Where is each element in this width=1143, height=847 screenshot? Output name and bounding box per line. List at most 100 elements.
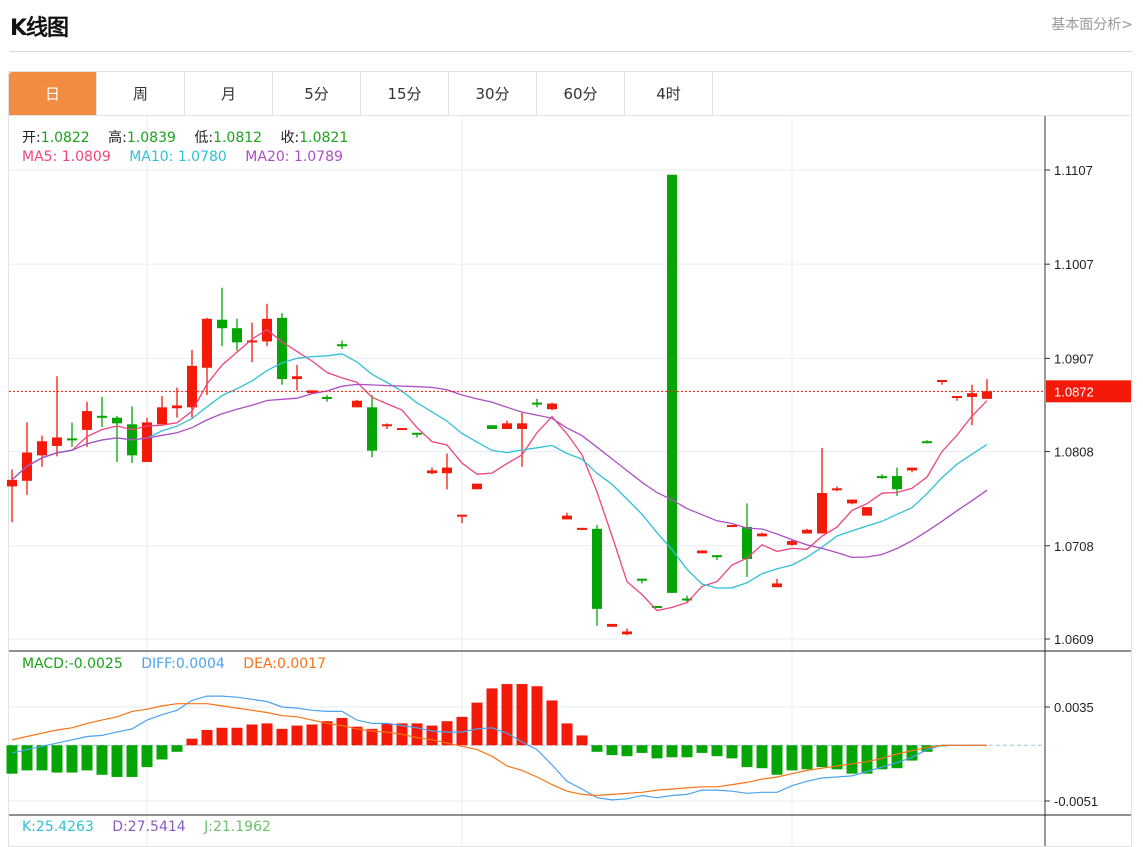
diff-label: DIFF: <box>141 656 176 672</box>
diff-value: 0.0004 <box>175 656 225 672</box>
macd-bar-negative <box>621 745 633 757</box>
macd-bar-positive <box>426 725 438 746</box>
macd-bar-positive <box>471 702 483 746</box>
macd-bar-positive <box>186 738 198 746</box>
low-value: 1.0812 <box>213 130 263 146</box>
candle-up <box>577 527 587 530</box>
k-label: K: <box>22 819 36 835</box>
candle-down <box>367 407 377 451</box>
candle-up <box>547 403 557 410</box>
y-tick-label: 1.0708 <box>1054 539 1094 554</box>
ma5-label: MA5: <box>22 149 58 165</box>
candle-up <box>787 541 797 545</box>
d-label: D: <box>112 819 128 835</box>
candle-up <box>982 391 992 399</box>
candle-down <box>877 476 887 479</box>
candle-up <box>172 405 182 409</box>
candle-down <box>97 415 107 418</box>
macd-bar-positive <box>561 723 573 746</box>
candle-down <box>112 417 122 424</box>
macd-bar-positive <box>201 729 213 746</box>
candle-up <box>502 423 512 429</box>
candle-down <box>592 528 602 609</box>
candle-up <box>7 479 17 487</box>
k-value: 25.4263 <box>35 819 94 835</box>
candle-down <box>892 476 902 490</box>
candle-up <box>52 437 62 446</box>
candle-down <box>712 555 722 558</box>
y-tick-label: 1.1007 <box>1054 257 1094 272</box>
candle-up <box>442 467 452 474</box>
candle-down <box>412 432 422 435</box>
candle-up <box>757 533 767 537</box>
ma10-value: 1.0780 <box>177 149 227 165</box>
ma10-line <box>11 353 988 589</box>
ma10-label: MA10: <box>129 149 174 165</box>
macd-bar-negative <box>81 745 93 771</box>
candle-up <box>862 507 872 516</box>
candle-down <box>637 578 647 581</box>
macd-bar-negative <box>66 745 78 773</box>
candle-up <box>562 515 572 520</box>
candle-down <box>67 438 77 441</box>
candle-up <box>427 470 437 474</box>
macd-bar-negative <box>861 745 873 774</box>
y-tick-label: 1.0907 <box>1054 351 1094 366</box>
candle-up <box>697 550 707 554</box>
candle-up <box>292 376 302 380</box>
d-value: 27.5414 <box>127 819 186 835</box>
macd-bar-positive <box>306 724 318 746</box>
macd-y-tick-label: -0.0051 <box>1054 794 1098 809</box>
candle-down <box>742 526 752 559</box>
j-label: J: <box>204 819 213 835</box>
macd-bar-negative <box>651 745 663 759</box>
low-label: 低: <box>194 130 214 146</box>
high-label: 高: <box>108 130 127 146</box>
macd-bar-negative <box>891 745 903 769</box>
macd-bar-negative <box>636 745 648 753</box>
macd-bar-negative <box>591 745 603 752</box>
candle-down <box>532 402 542 405</box>
candle-up <box>937 380 947 383</box>
macd-bar-positive <box>546 700 558 746</box>
macd-bar-negative <box>771 745 783 775</box>
macd-bar-negative <box>51 745 63 773</box>
macd-bar-positive <box>381 723 393 746</box>
candle-up <box>187 365 197 408</box>
macd-bar-negative <box>786 745 798 771</box>
candle-up <box>622 631 632 635</box>
macd-bar-positive <box>576 735 588 746</box>
candle-up <box>472 483 482 490</box>
macd-bar-negative <box>711 745 723 757</box>
macd-value: -0.0025 <box>68 656 123 672</box>
macd-bar-negative <box>141 745 153 768</box>
macd-bar-negative <box>126 745 138 777</box>
candle-up <box>802 529 812 534</box>
candle-up <box>607 623 617 627</box>
y-tick-label: 1.0609 <box>1054 632 1094 647</box>
candle-down <box>232 328 242 343</box>
candle-up <box>202 318 212 368</box>
close-label: 收: <box>280 130 300 146</box>
macd-bar-negative <box>606 745 618 756</box>
macd-bar-positive <box>246 724 258 746</box>
candle-up <box>37 441 47 456</box>
ma-legend: MA5: 1.0809 MA10: 1.0780 MA20: 1.0789 <box>22 149 343 165</box>
macd-bar-negative <box>756 745 768 769</box>
macd-bar-negative <box>111 745 123 777</box>
macd-bar-positive <box>336 717 348 746</box>
macd-bar-positive <box>516 684 528 746</box>
candle-up <box>967 393 977 397</box>
macd-bar-negative <box>666 745 678 758</box>
open-value: 1.0822 <box>40 130 90 146</box>
candle-down <box>667 174 677 593</box>
candle-up <box>397 428 407 431</box>
ohlc-legend: 开:1.0822 高:1.0839 低:1.0812 收:1.0821 <box>22 127 348 147</box>
macd-bar-negative <box>741 745 753 768</box>
open-label: 开: <box>22 130 41 146</box>
candle-up <box>457 514 467 517</box>
ma5-line <box>11 328 988 612</box>
macd-legend: MACD:-0.0025 DIFF:0.0004 DEA:0.0017 <box>22 656 326 672</box>
candle-up <box>82 411 92 430</box>
macd-bar-negative <box>726 745 738 759</box>
